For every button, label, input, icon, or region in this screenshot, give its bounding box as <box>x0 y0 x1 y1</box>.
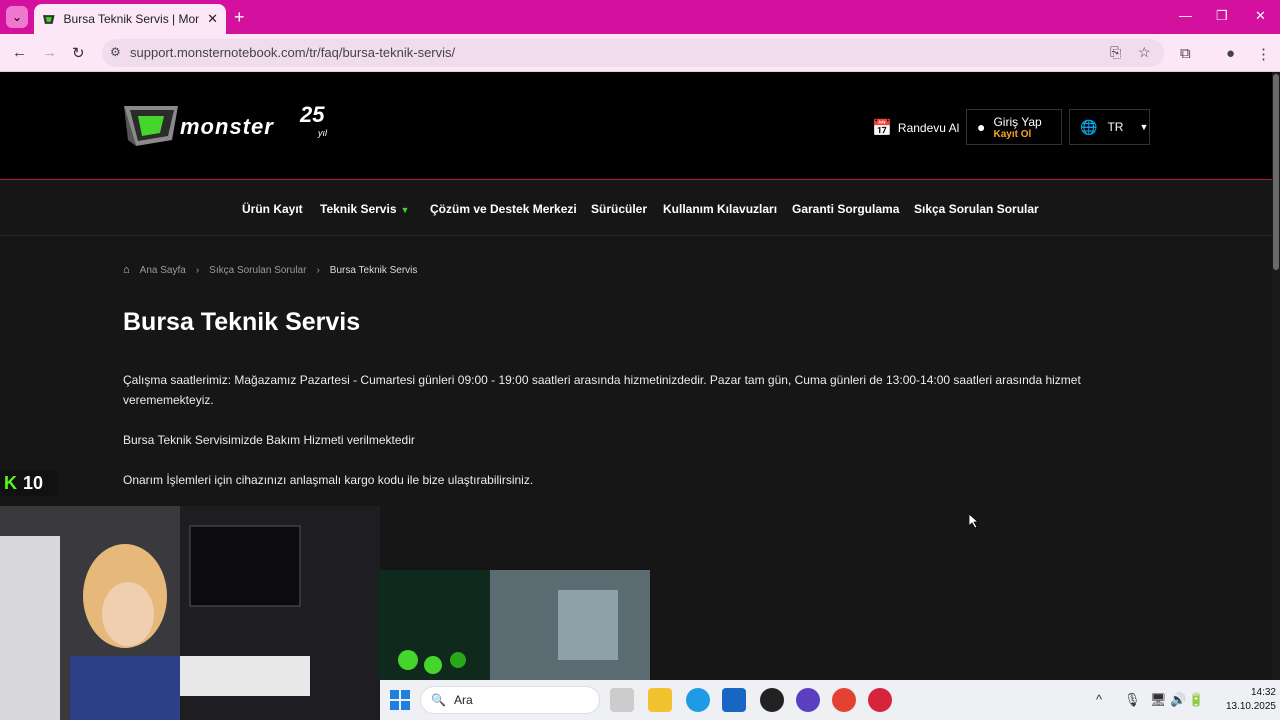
main-nav: Ürün Kayıt Teknik Servis ▼ Çözüm ve Deste… <box>0 180 1272 236</box>
user-icon: ● <box>977 119 986 135</box>
maintenance-text: Bursa Teknik Servisimizde Bakım Hizmeti … <box>123 433 415 447</box>
tray-chevron-icon[interactable]: ^ <box>1096 692 1102 707</box>
kick-viewer-badge: K 10 <box>0 470 58 496</box>
login-button[interactable]: ● Giriş Yap Kayıt Ol <box>966 109 1062 145</box>
new-tab-button[interactable]: + <box>234 7 245 28</box>
app-red-icon[interactable] <box>868 688 892 712</box>
breadcrumb-separator-icon: › <box>195 264 200 276</box>
edge-icon[interactable] <box>686 688 710 712</box>
nav-item-kilavuzlar[interactable]: Kullanım Kılavuzları <box>663 202 777 216</box>
breadcrumb-parent[interactable]: Sıkça Sorulan Sorular <box>209 265 306 276</box>
profile-icon[interactable]: ● <box>1226 45 1235 62</box>
breadcrumb: ⌂ Ana Sayfa › Sıkça Sorulan Sorular › Bu… <box>123 264 417 276</box>
store-photo-image <box>378 570 650 680</box>
scroll-thumb[interactable] <box>1273 74 1279 270</box>
logo-years-suffix: yıl <box>318 128 327 138</box>
browser-tab-active[interactable]: Bursa Teknik Servis | Monster Notebook ✕ <box>34 4 226 34</box>
nav-item-garanti[interactable]: Garanti Sorgulama <box>792 202 899 216</box>
app-icon[interactable] <box>796 688 820 712</box>
breadcrumb-current: Bursa Teknik Servis <box>329 264 418 276</box>
tab-title: Bursa Teknik Servis | Monster Notebook <box>63 12 200 26</box>
site-info-icon[interactable]: ⚙ <box>110 45 126 61</box>
nav-item-cozum-destek[interactable]: Çözüm ve Destek Merkezi <box>430 202 577 216</box>
address-bar-row: ← → ↻ ⚙ support.monsternotebook.com/tr/f… <box>0 34 1280 72</box>
chevron-down-icon: ▼ <box>1139 122 1149 132</box>
viewer-count: 10 <box>23 472 44 493</box>
omnibox[interactable]: ⚙ support.monsternotebook.com/tr/faq/bur… <box>102 39 1164 67</box>
mouse-cursor-icon <box>969 514 979 528</box>
nav-item-sss[interactable]: Sıkça Sorulan Sorular <box>914 202 1039 216</box>
minimize-icon[interactable]: — <box>1179 8 1192 23</box>
menu-icon[interactable]: ⋮ <box>1256 45 1271 63</box>
url-text[interactable]: support.monsternotebook.com/tr/faq/bursa… <box>130 45 455 60</box>
extensions-icon[interactable]: ⧉ <box>1180 45 1191 62</box>
register-label: Kayıt Ol <box>993 128 1032 140</box>
webcam-feed-image <box>0 506 380 720</box>
chrome-icon[interactable] <box>832 688 856 712</box>
nav-item-teknik-servis[interactable]: Teknik Servis ▼ <box>320 202 409 216</box>
nav-item-label: Teknik Servis <box>320 202 397 216</box>
reload-icon[interactable]: ↻ <box>72 44 85 62</box>
search-label: Ara <box>453 693 473 707</box>
back-icon[interactable]: ← <box>12 44 27 61</box>
volume-icon[interactable]: 🔊 <box>1170 692 1186 708</box>
working-hours-text: Çalışma saatlerimiz: Mağazamız Pazartesi… <box>123 373 1081 407</box>
page-scrollbar[interactable] <box>1272 72 1280 680</box>
webcam-overlay <box>0 506 380 720</box>
taskbar-clock[interactable]: 14:32 13.10.2025 <box>1210 686 1276 714</box>
page-title: Bursa Teknik Servis <box>123 308 361 336</box>
clock-time: 14:32 <box>1250 687 1276 698</box>
background-image-thumbnail <box>378 570 650 680</box>
home-icon[interactable]: ⌂ <box>123 264 130 276</box>
language-selector[interactable]: 🌐 TR ▼ <box>1069 109 1150 145</box>
forward-icon[interactable]: → <box>42 44 57 61</box>
close-window-icon[interactable]: ✕ <box>1255 8 1266 24</box>
obs-icon[interactable] <box>760 688 784 712</box>
nav-item-urun-kayit[interactable]: Ürün Kayıt <box>242 202 303 216</box>
chevron-down-icon: ▼ <box>400 205 410 215</box>
battery-icon[interactable]: 🔋 <box>1188 692 1204 708</box>
logo-wordmark: monster <box>180 114 274 139</box>
bookmark-star-icon[interactable]: ☆ <box>1138 44 1151 61</box>
site-header: monster 25 yıl 📅 Randevu Al ● Giriş Yap … <box>0 72 1272 180</box>
windows-start-icon[interactable] <box>388 688 412 712</box>
windows-taskbar: 🔍 Ara ^ 🎙 🖥 🔊 🔋 14:32 13.10.2025 <box>380 680 1280 720</box>
nav-item-suruculer[interactable]: Sürücüler <box>591 202 647 216</box>
taskbar-search[interactable]: 🔍 Ara <box>420 686 600 714</box>
tab-list-button[interactable]: ⌄ <box>6 6 28 28</box>
calendar-icon: 📅 <box>872 120 892 137</box>
kick-logo-icon: K <box>4 472 17 493</box>
close-tab-icon[interactable]: ✕ <box>207 11 218 27</box>
browser-tab-bar: ⌄ Bursa Teknik Servis | Monster Notebook… <box>0 0 1280 34</box>
login-title: Giriş Yap <box>993 114 1042 129</box>
appointment-button[interactable]: 📅 Randevu Al <box>872 118 959 138</box>
breadcrumb-separator-icon: › <box>316 264 320 276</box>
file-explorer-icon[interactable] <box>648 688 672 712</box>
monster-favicon-icon <box>42 15 55 24</box>
logo-years: 25 <box>300 102 325 127</box>
network-icon[interactable]: 🖥 <box>1150 692 1167 708</box>
monster-logo[interactable]: monster 25 yıl <box>122 100 342 152</box>
repair-text: Onarım İşlemleri için cihazınızı anlaşma… <box>123 473 534 487</box>
appointment-label: Randevu Al <box>897 121 960 135</box>
task-view-icon[interactable] <box>610 688 634 712</box>
store-icon[interactable] <box>722 688 746 712</box>
breadcrumb-home[interactable]: Ana Sayfa <box>140 265 186 276</box>
install-app-icon[interactable]: ⎘ <box>1110 44 1121 61</box>
search-icon: 🔍 <box>431 693 446 707</box>
restore-icon[interactable]: ❐ <box>1216 8 1228 24</box>
microphone-icon[interactable]: 🎙 <box>1124 692 1141 708</box>
clock-date: 13.10.2025 <box>1225 701 1276 712</box>
language-label: TR <box>1107 120 1124 134</box>
globe-icon: 🌐 <box>1080 118 1098 135</box>
